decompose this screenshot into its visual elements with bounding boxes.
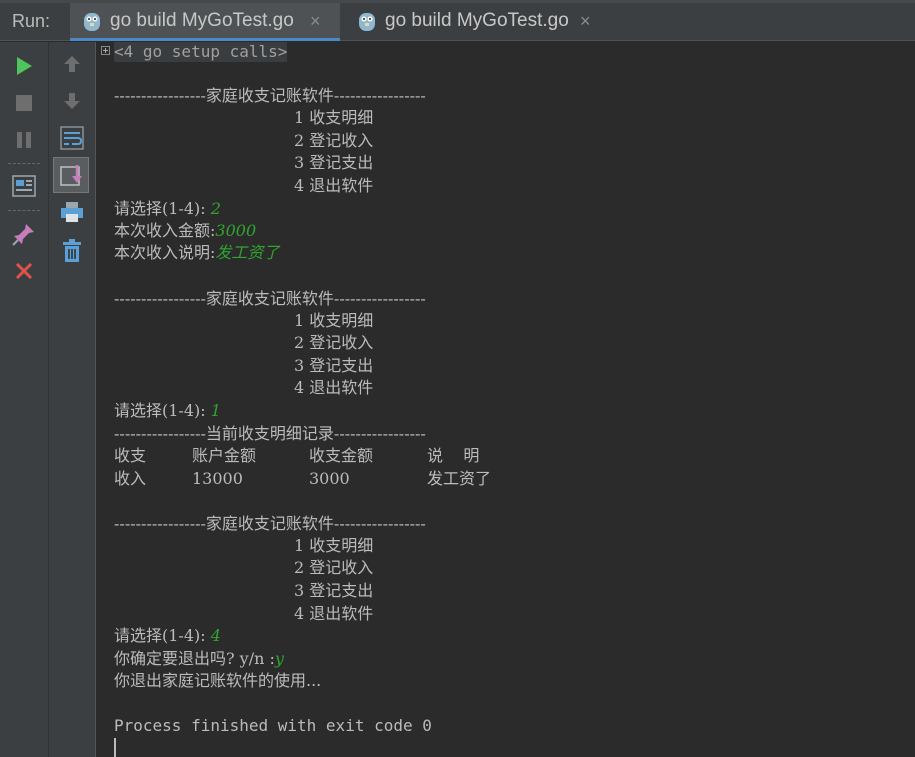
- prompt-line: 请选择(1-4): 4: [114, 625, 221, 647]
- stop-icon[interactable]: [14, 93, 34, 113]
- table-cell: 发工资了: [427, 469, 492, 488]
- table-header-cell: 账户金额: [192, 446, 257, 465]
- menu-item: 4 退出软件: [294, 176, 374, 195]
- tab-label: go build MyGoTest.go: [385, 10, 569, 31]
- prompt-text: 请选择(1-4):: [114, 626, 211, 645]
- user-input: 2: [210, 199, 221, 218]
- confirm-line: 你确定要退出吗? y/n :y: [114, 648, 284, 670]
- detail-header: -----------------当前收支明细记录---------------…: [114, 424, 426, 443]
- close-icon[interactable]: [14, 261, 34, 281]
- scroll-to-end-button[interactable]: [53, 157, 89, 193]
- income-desc-label: 本次收入说明:: [114, 243, 216, 262]
- go-setup-calls-folded[interactable]: <4 go setup calls>: [114, 42, 288, 62]
- clear-all-icon[interactable]: [61, 239, 83, 263]
- go-gopher-icon: [359, 13, 375, 31]
- table-header-cell: 收支: [114, 446, 147, 465]
- table-cell: 3000: [309, 469, 350, 488]
- table-cell: 13000: [192, 469, 243, 488]
- toolbar-separator: [8, 210, 40, 211]
- user-input: y: [274, 649, 284, 668]
- pin-tab-icon[interactable]: [12, 222, 36, 246]
- income-amount-line: 本次收入金额:3000: [114, 220, 256, 242]
- text-cursor: [114, 738, 116, 757]
- up-icon[interactable]: [62, 54, 82, 74]
- prompt-text: 请选择(1-4):: [114, 401, 211, 420]
- table-header-cell: 说 明: [427, 446, 480, 465]
- menu-item: 1 收支明细: [294, 108, 374, 127]
- user-input: 1: [210, 401, 221, 420]
- prompt-line: 请选择(1-4): 1: [114, 400, 221, 422]
- menu-item: 2 登记收入: [294, 131, 374, 150]
- print-icon[interactable]: [60, 201, 84, 223]
- prompt-text: 请选择(1-4):: [114, 199, 211, 218]
- down-icon[interactable]: [62, 91, 82, 111]
- menu-item: 3 登记支出: [294, 356, 374, 375]
- menu-item: 2 登记收入: [294, 333, 374, 352]
- soft-wrap-icon[interactable]: [60, 126, 84, 150]
- user-input: 3000: [215, 221, 257, 240]
- menu-item: 3 登记支出: [294, 581, 374, 600]
- menu-item: 2 登记收入: [294, 558, 374, 577]
- run-tab-bar: Run: go build MyGoTest.go × go build MyG…: [0, 3, 915, 41]
- exit-message: 你退出家庭记账软件的使用...: [114, 671, 322, 690]
- close-tab-icon[interactable]: ×: [310, 11, 321, 32]
- process-finished-message: Process finished with exit code 0: [114, 716, 432, 735]
- menu-item: 3 登记支出: [294, 153, 374, 172]
- menu-item: 1 收支明细: [294, 536, 374, 555]
- expand-fold-icon[interactable]: [101, 46, 110, 55]
- menu-item: 4 退出软件: [294, 604, 374, 623]
- dump-threads-icon[interactable]: [12, 175, 36, 197]
- toolbar-separator: [8, 163, 40, 164]
- menu-header: -----------------家庭收支记账软件---------------…: [114, 289, 426, 308]
- run-toolbar-primary: [0, 42, 49, 757]
- income-desc-line: 本次收入说明:发工资了: [114, 242, 279, 264]
- run-tab-2[interactable]: go build MyGoTest.go ×: [345, 3, 605, 41]
- menu-header: -----------------家庭收支记账软件---------------…: [114, 514, 426, 533]
- go-gopher-icon: [84, 13, 100, 31]
- scroll-to-end-icon: [60, 165, 82, 186]
- menu-header: -----------------家庭收支记账软件---------------…: [114, 86, 426, 105]
- run-toolbar-secondary: [49, 42, 96, 757]
- menu-item: 4 退出软件: [294, 378, 374, 397]
- user-input: 4: [210, 626, 221, 645]
- confirm-prompt: 你确定要退出吗? y/n :: [114, 649, 275, 668]
- table-cell: 收入: [114, 469, 147, 488]
- close-tab-icon[interactable]: ×: [580, 11, 591, 32]
- income-amount-label: 本次收入金额:: [114, 221, 216, 240]
- run-tab-1[interactable]: go build MyGoTest.go ×: [70, 3, 340, 41]
- run-icon[interactable]: [14, 55, 34, 77]
- menu-item: 1 收支明细: [294, 311, 374, 330]
- run-label: Run:: [12, 11, 51, 31]
- console-output[interactable]: <4 go setup calls> -----------------家庭收支…: [97, 42, 915, 757]
- prompt-line: 请选择(1-4): 2: [114, 198, 221, 220]
- user-input: 发工资了: [215, 243, 280, 262]
- table-header-cell: 收支金额: [309, 446, 374, 465]
- tab-label: go build MyGoTest.go: [110, 10, 294, 31]
- pause-icon[interactable]: [14, 130, 34, 150]
